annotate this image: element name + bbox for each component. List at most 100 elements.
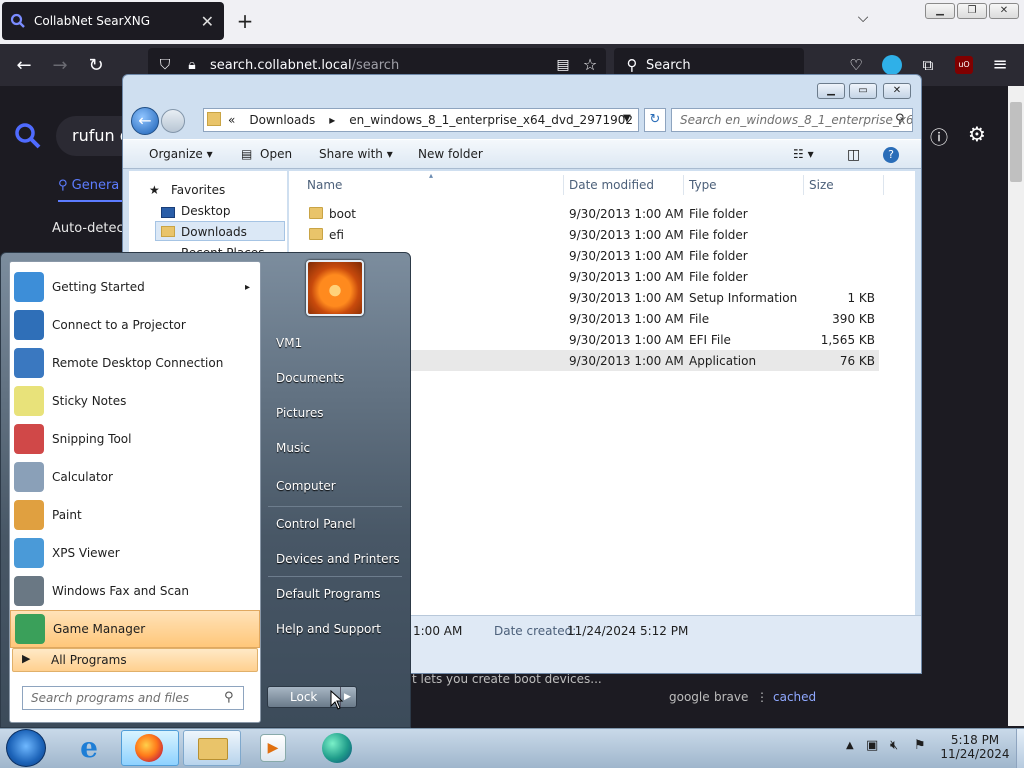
desktop-icon <box>161 207 175 218</box>
submenu-arrow-icon: ▸ <box>244 281 250 293</box>
start-search-input[interactable]: Search programs and files <box>22 686 244 710</box>
organize-button[interactable]: Organize ▾ <box>149 147 213 161</box>
explorer-forward-icon[interactable] <box>161 109 185 133</box>
start-link-computer[interactable]: Computer <box>276 479 336 493</box>
close-browser-button[interactable]: ✕ <box>989 3 1019 19</box>
refresh-icon[interactable]: ↻ <box>644 108 666 132</box>
back-icon[interactable]: ← <box>12 54 36 78</box>
file-type: File folder <box>689 228 748 242</box>
breadcrumb-sep-icon[interactable]: ▸ <box>329 113 335 127</box>
start-link-documents[interactable]: Documents <box>276 371 344 385</box>
share-with-button[interactable]: Share with ▾ <box>319 147 393 161</box>
start-link-help-and-support[interactable]: Help and Support <box>276 622 381 636</box>
explorer-back-icon[interactable]: ← <box>131 107 159 135</box>
shutdown-options-icon[interactable]: ▶ <box>344 687 351 707</box>
file-type: File <box>689 312 710 326</box>
ublock-icon[interactable]: uO <box>955 56 973 74</box>
close-tab-icon[interactable]: ✕ <box>201 12 214 31</box>
program-item[interactable]: XPS Viewer <box>10 534 260 572</box>
forward-icon[interactable]: → <box>48 54 72 78</box>
program-item[interactable]: Remote Desktop Connection <box>10 344 260 382</box>
program-item[interactable]: Getting Started ▸ <box>10 268 260 306</box>
extensions-icon[interactable]: ⧉ <box>916 53 940 77</box>
program-item[interactable]: Paint <box>10 496 260 534</box>
program-item[interactable]: Game Manager <box>10 610 260 648</box>
action-center-flag-icon[interactable]: ⚑ <box>914 738 926 753</box>
page-scroll-thumb[interactable] <box>1010 102 1022 182</box>
user-picture[interactable] <box>306 260 364 316</box>
address-bar[interactable]: « Downloads ▸ en_windows_8_1_enterprise_… <box>203 108 653 132</box>
info-icon[interactable]: ⓘ <box>930 124 948 150</box>
tab-general[interactable]: ⚲ Genera <box>58 178 119 193</box>
nav-desktop[interactable]: Desktop <box>181 204 231 218</box>
program-item[interactable]: Windows Fax and Scan <box>10 572 260 610</box>
new-tab-button[interactable]: + <box>232 8 258 34</box>
open-icon[interactable]: ▤ <box>241 147 252 161</box>
address-dropdown-icon[interactable]: ▼ <box>623 113 631 124</box>
start-link-vm1[interactable]: VM1 <box>276 336 302 350</box>
extension-icon[interactable] <box>882 55 902 75</box>
new-folder-button[interactable]: New folder <box>418 147 483 161</box>
open-button[interactable]: Open <box>260 147 292 161</box>
start-search-icon[interactable]: ⚲ <box>224 690 234 705</box>
start-link-control-panel[interactable]: Control Panel <box>276 517 356 531</box>
explorer-search-input[interactable]: Search en_windows_8_1_enterprise_x6... <box>671 108 913 132</box>
cached-link[interactable]: cached <box>773 690 816 704</box>
breadcrumb-overflow[interactable]: « <box>228 113 235 127</box>
start-orb-icon[interactable] <box>6 729 46 767</box>
nav-downloads[interactable]: Downloads <box>181 225 247 239</box>
program-item[interactable]: Sticky Notes <box>10 382 260 420</box>
start-link-pictures[interactable]: Pictures <box>276 406 324 420</box>
searxng-logo-icon[interactable] <box>14 122 42 150</box>
close-explorer-button[interactable]: ✕ <box>883 83 911 99</box>
column-date-modified[interactable]: Date modified <box>569 178 654 192</box>
settings-gear-icon[interactable]: ⚙ <box>968 122 986 146</box>
restore-browser-button[interactable]: ❐ <box>957 3 987 19</box>
volume-muted-icon[interactable]: 🔇︎ <box>890 738 898 753</box>
breadcrumb-downloads[interactable]: Downloads <box>249 113 315 127</box>
show-hidden-icons[interactable]: ▲ <box>846 740 854 751</box>
browser-tab[interactable]: CollabNet SearXNG ✕ <box>2 2 224 40</box>
minimize-explorer-button[interactable]: ▁ <box>817 83 845 99</box>
program-label: Remote Desktop Connection <box>52 356 224 370</box>
all-programs-button[interactable]: All Programs <box>12 648 258 672</box>
explorer-titlebar[interactable] <box>123 75 921 105</box>
language-select[interactable]: Auto-detect <box>52 221 129 236</box>
program-item[interactable]: Connect to a Projector <box>10 306 260 344</box>
program-item[interactable]: Snipping Tool <box>10 420 260 458</box>
program-item[interactable]: Calculator <box>10 458 260 496</box>
file-type: EFI File <box>689 333 731 347</box>
start-link-music[interactable]: Music <box>276 441 310 455</box>
explorer-search-icon[interactable]: ⚲ <box>895 112 905 127</box>
file-date: 9/30/2013 1:00 AM <box>569 270 684 284</box>
breadcrumb-folder[interactable]: en_windows_8_1_enterprise_x64_dvd_297190… <box>349 113 633 127</box>
minimize-browser-button[interactable]: ▁ <box>925 3 955 19</box>
column-size[interactable]: Size <box>809 178 834 192</box>
edge-icon[interactable] <box>322 733 352 763</box>
clock[interactable]: 5:18 PM 11/24/2024 <box>940 733 1010 761</box>
maximize-explorer-button[interactable]: ▭ <box>849 83 877 99</box>
list-tabs-icon[interactable]: ⌵ <box>850 10 876 34</box>
start-link-devices-and-printers[interactable]: Devices and Printers <box>276 552 400 566</box>
internet-explorer-icon[interactable]: e <box>72 732 106 764</box>
help-icon[interactable]: ? <box>883 147 899 163</box>
programs-panel: Getting Started ▸ Connect to a Projector Re… <box>9 261 261 723</box>
file-row[interactable]: efi 9/30/2013 1:00 AM File folder <box>289 224 879 245</box>
preview-pane-icon[interactable]: ◫ <box>847 147 860 163</box>
file-date: 9/30/2013 1:00 AM <box>569 333 684 347</box>
view-options-icon[interactable]: ☷ ▾ <box>793 147 814 161</box>
nav-favorites[interactable]: Favorites <box>171 183 225 197</box>
result-snippet: t lets you create boot devices... <box>412 672 602 686</box>
reload-icon[interactable]: ↻ <box>84 54 108 78</box>
show-desktop-button[interactable] <box>1016 729 1024 768</box>
file-row[interactable]: boot 9/30/2013 1:00 AM File folder <box>289 203 879 224</box>
media-player-icon[interactable]: ▶ <box>260 734 286 762</box>
column-name[interactable]: Name <box>307 178 342 192</box>
column-type[interactable]: Type <box>689 178 717 192</box>
page-scrollbar[interactable] <box>1008 86 1024 726</box>
file-size: 1 KB <box>847 291 875 305</box>
start-link-default-programs[interactable]: Default Programs <box>276 587 381 601</box>
file-explorer-icon <box>198 738 228 760</box>
network-icon[interactable]: ▣ <box>866 738 878 753</box>
menu-icon[interactable]: ≡ <box>988 53 1012 77</box>
